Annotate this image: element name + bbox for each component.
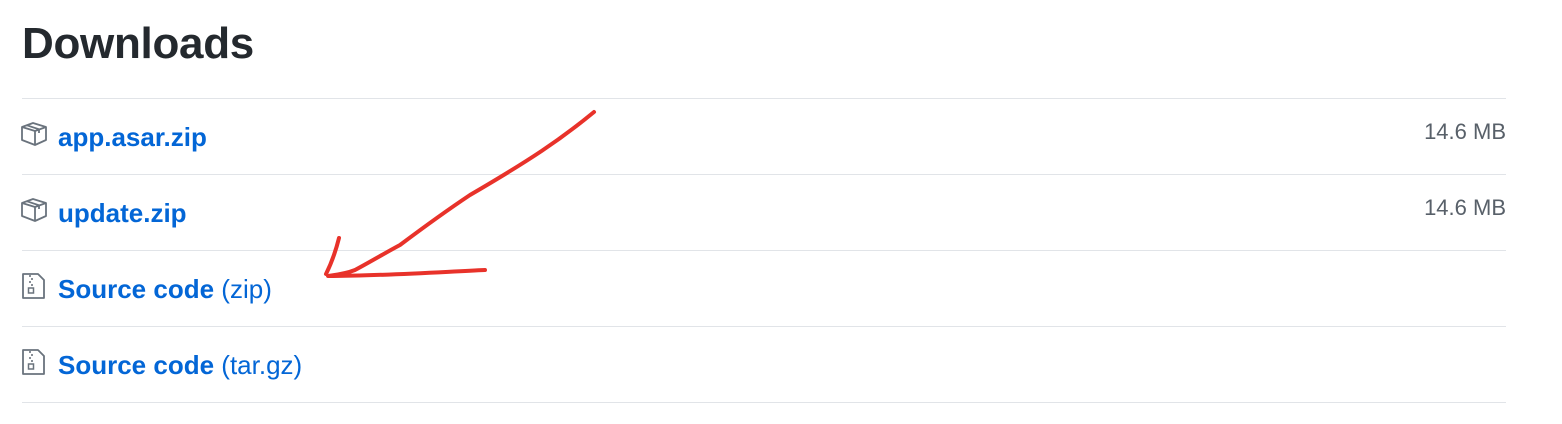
asset-size: 14.6 MB xyxy=(1424,119,1506,144)
downloads-list: app.asar.zip 14.6 MB update.zip 14.6 MB xyxy=(21,98,1506,403)
asset-row: app.asar.zip 14.6 MB xyxy=(21,99,1506,175)
file-zip-icon xyxy=(18,347,50,377)
asset-name: app.asar.zip xyxy=(58,122,207,152)
asset-row: Source code (tar.gz) xyxy=(22,327,1506,403)
asset-name: update.zip xyxy=(58,198,187,228)
asset-name: Source code xyxy=(58,274,215,304)
asset-link-update-zip[interactable]: update.zip xyxy=(58,195,187,231)
asset-row: update.zip 14.6 MB xyxy=(21,175,1506,251)
asset-row: Source code (zip) xyxy=(22,251,1506,327)
file-zip-icon xyxy=(18,271,50,301)
asset-extension: (zip) xyxy=(221,274,272,304)
downloads-heading: Downloads xyxy=(22,19,254,68)
source-code-tar-gz-link[interactable]: Source code (tar.gz) xyxy=(58,347,302,383)
asset-name: Source code xyxy=(58,350,215,380)
package-icon xyxy=(18,119,50,149)
package-icon xyxy=(18,195,50,225)
source-code-zip-link[interactable]: Source code (zip) xyxy=(58,271,272,307)
asset-extension: (tar.gz) xyxy=(221,350,303,380)
asset-size: 14.6 MB xyxy=(1424,195,1506,220)
asset-link-app-asar-zip[interactable]: app.asar.zip xyxy=(58,119,207,155)
